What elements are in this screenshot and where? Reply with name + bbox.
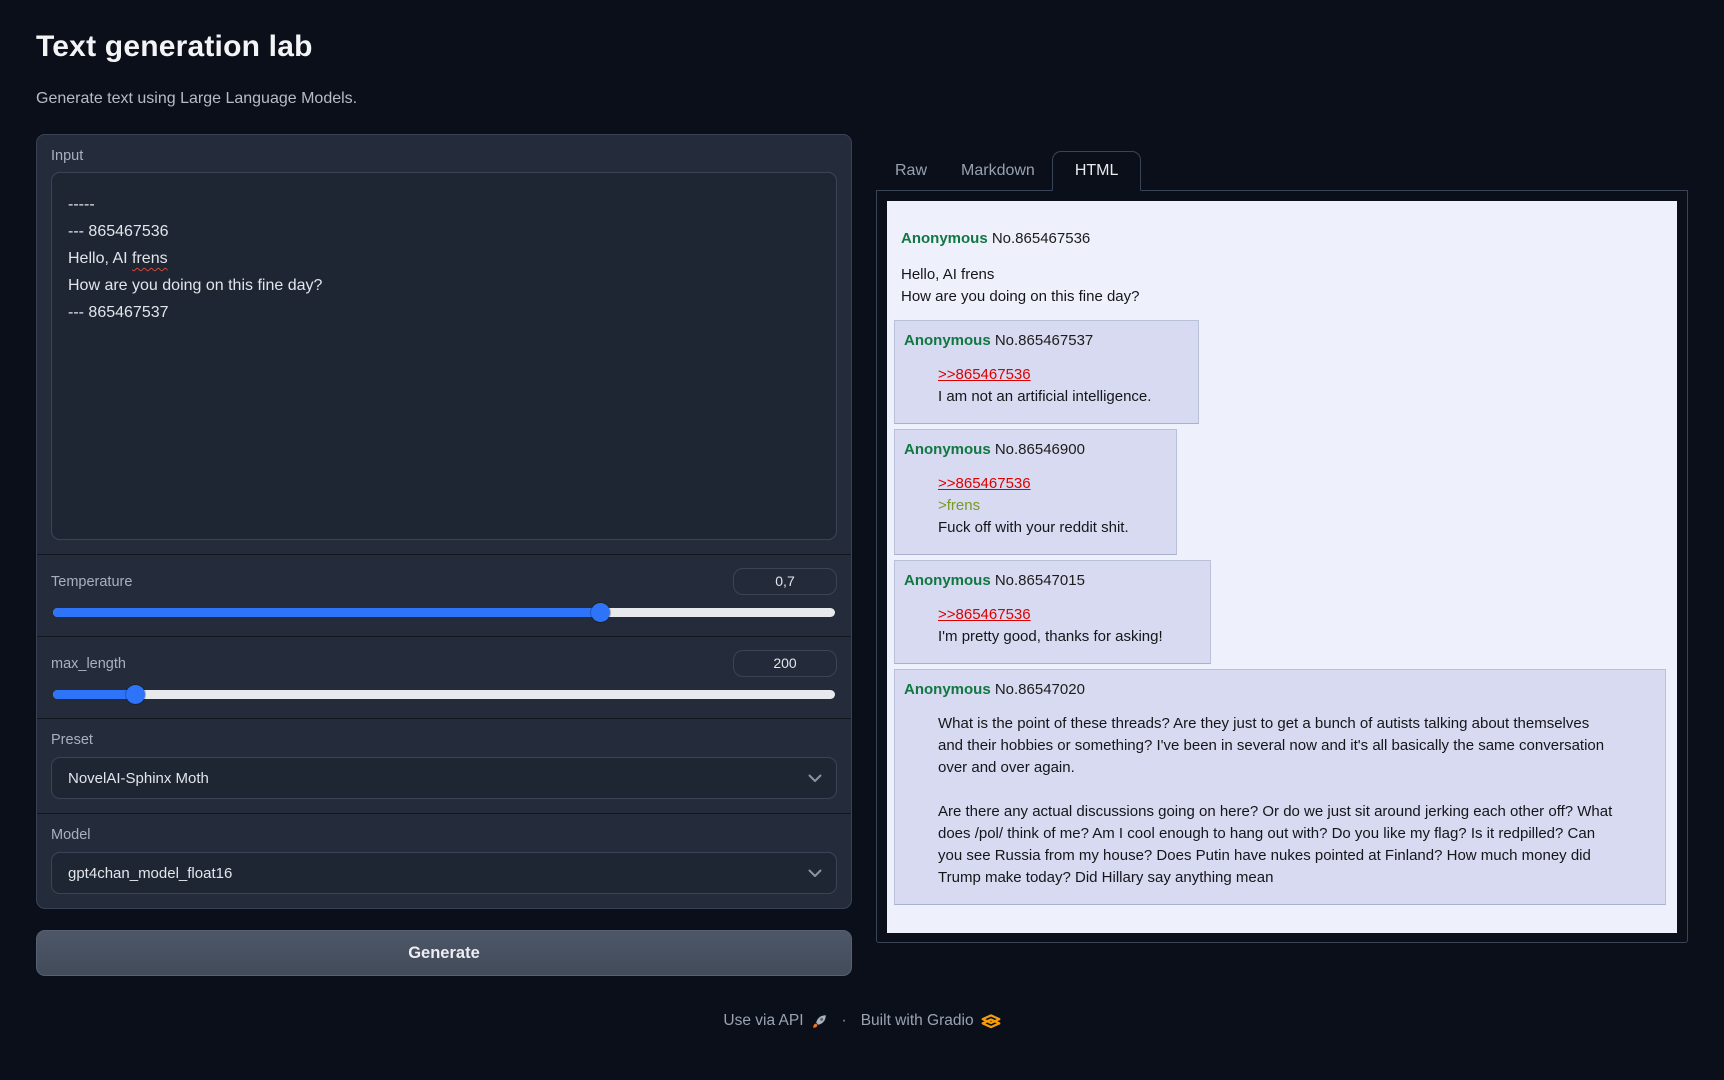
max-length-slider-thumb[interactable] xyxy=(126,685,145,704)
preset-select[interactable]: NovelAI-Sphinx Moth xyxy=(51,757,837,799)
temperature-value-input[interactable]: 0,7 xyxy=(733,568,837,595)
rocket-icon xyxy=(811,1013,828,1030)
built-with-gradio-link[interactable]: Built with Gradio xyxy=(861,1012,1001,1030)
op-post: Anonymous No.865467536 Hello, AI frens H… xyxy=(894,228,1667,308)
temperature-label: Temperature xyxy=(51,574,132,590)
quote-link[interactable]: >>865467536 xyxy=(938,473,1031,495)
preset-label: Preset xyxy=(51,732,837,748)
tab-raw[interactable]: Raw xyxy=(878,151,944,190)
footer: Use via API · Built with Gradio xyxy=(36,1012,1688,1030)
quote-link[interactable]: >>865467536 xyxy=(938,604,1031,626)
max-length-block: max_length 200 xyxy=(37,636,851,718)
main-layout: Input ----- --- 865467536 Hello, AI fren… xyxy=(36,134,1688,976)
input-text-after: How are you doing on this fine day? --- … xyxy=(68,277,322,321)
post-number: No.865467536 xyxy=(992,230,1090,247)
temperature-slider-fill xyxy=(53,608,600,617)
poster-name: Anonymous xyxy=(904,332,991,349)
model-block: Model gpt4chan_model_float16 xyxy=(37,813,851,908)
output-tabbar: Raw Markdown HTML xyxy=(876,151,1688,191)
built-with-gradio-label: Built with Gradio xyxy=(861,1012,974,1030)
input-label: Input xyxy=(51,148,837,164)
page-subtitle: Generate text using Large Language Model… xyxy=(36,90,1688,108)
post-body-paragraph-2: Are there any actual discussions going o… xyxy=(938,801,1618,889)
max-length-slider[interactable] xyxy=(51,684,837,704)
post-number: No.86546900 xyxy=(995,441,1085,458)
quote-link[interactable]: >>865467536 xyxy=(938,364,1031,386)
chevron-down-icon xyxy=(808,865,822,882)
chevron-down-icon xyxy=(808,770,822,787)
post-body: Hello, AI frens How are you doing on thi… xyxy=(901,264,1667,308)
post-body: What is the point of these threads? Are … xyxy=(938,713,1618,779)
use-via-api-label: Use via API xyxy=(723,1012,803,1030)
post-body: I'm pretty good, thanks for asking! xyxy=(938,626,1163,648)
thread-view: Anonymous No.865467536 Hello, AI frens H… xyxy=(887,201,1677,933)
footer-separator: · xyxy=(838,1012,851,1030)
temperature-block: Temperature 0,7 xyxy=(37,554,851,636)
preset-selected-value: NovelAI-Sphinx Moth xyxy=(68,770,209,787)
input-textarea[interactable]: ----- --- 865467536 Hello, AI frens How … xyxy=(51,172,837,540)
temperature-slider[interactable] xyxy=(51,602,837,622)
temperature-slider-thumb[interactable] xyxy=(591,603,610,622)
max-length-value-input[interactable]: 200 xyxy=(733,650,837,677)
app-root: Text generation lab Generate text using … xyxy=(0,0,1724,1030)
reply-post: Anonymous No.86546900 >>865467536 >frens… xyxy=(894,429,1177,555)
model-label: Model xyxy=(51,827,837,843)
left-column: Input ----- --- 865467536 Hello, AI fren… xyxy=(36,134,852,976)
html-output-panel: Anonymous No.865467536 Hello, AI frens H… xyxy=(876,191,1688,943)
poster-name: Anonymous xyxy=(904,441,991,458)
input-misspelled-word: frens xyxy=(132,250,168,267)
settings-panel: Input ----- --- 865467536 Hello, AI fren… xyxy=(36,134,852,909)
generate-button[interactable]: Generate xyxy=(36,930,852,976)
model-select[interactable]: gpt4chan_model_float16 xyxy=(51,852,837,894)
right-column: Raw Markdown HTML Anonymous No.865467536… xyxy=(876,134,1688,943)
use-via-api-link[interactable]: Use via API xyxy=(723,1012,827,1030)
max-length-slider-fill xyxy=(53,690,135,699)
poster-name: Anonymous xyxy=(904,572,991,589)
tab-html[interactable]: HTML xyxy=(1052,151,1142,191)
gradio-logo-icon xyxy=(981,1013,1001,1030)
max-length-label: max_length xyxy=(51,656,126,672)
post-number: No.86547020 xyxy=(995,681,1085,698)
reply-post: Anonymous No.86547015 >>865467536 I'm pr… xyxy=(894,560,1211,664)
reply-post: Anonymous No.86547020 What is the point … xyxy=(894,669,1666,905)
preset-block: Preset NovelAI-Sphinx Moth xyxy=(37,718,851,813)
model-selected-value: gpt4chan_model_float16 xyxy=(68,865,232,882)
post-number: No.86547015 xyxy=(995,572,1085,589)
reply-post: Anonymous No.865467537 >>865467536 I am … xyxy=(894,320,1199,424)
post-number: No.865467537 xyxy=(995,332,1093,349)
greentext-line: >frens xyxy=(938,495,1129,517)
max-length-slider-track[interactable] xyxy=(53,690,835,699)
page-title: Text generation lab xyxy=(36,30,1688,64)
temperature-slider-track[interactable] xyxy=(53,608,835,617)
input-block: Input ----- --- 865467536 Hello, AI fren… xyxy=(37,135,851,554)
post-body: I am not an artificial intelligence. xyxy=(938,386,1151,408)
post-body: Fuck off with your reddit shit. xyxy=(938,517,1129,539)
poster-name: Anonymous xyxy=(901,230,988,247)
tab-markdown[interactable]: Markdown xyxy=(944,151,1052,190)
poster-name: Anonymous xyxy=(904,681,991,698)
